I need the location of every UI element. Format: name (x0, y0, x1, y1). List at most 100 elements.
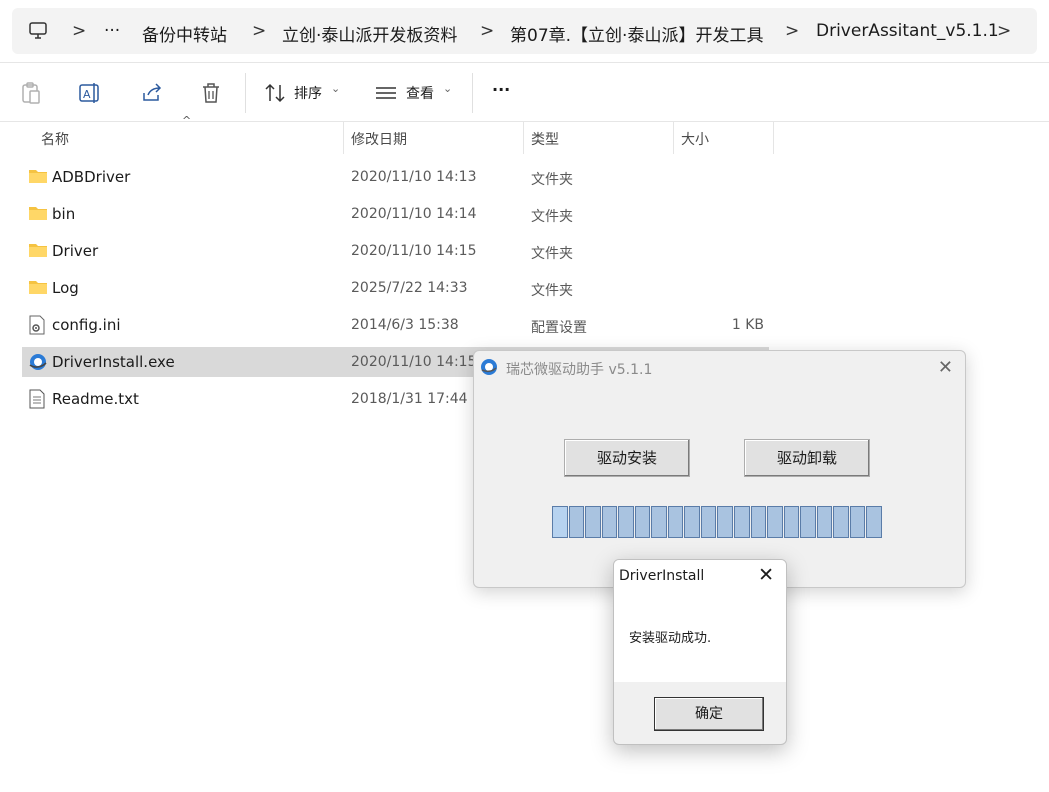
column-divider[interactable] (523, 122, 524, 154)
progress-segment (700, 506, 717, 538)
progress-segment (601, 506, 618, 538)
file-date: 2025/7/22 14:33 (351, 280, 468, 296)
file-date: 2014/6/3 15:38 (351, 317, 459, 333)
window-title: 瑞芯微驱动助手 v5.1.1 (506, 362, 653, 378)
address-bar[interactable]: > ··· 备份中转站 > 立创·泰山派开发板资料 > 第07章.【立创·泰山派… (12, 8, 1037, 54)
text-file-icon (28, 389, 46, 413)
share-icon[interactable] (140, 81, 164, 105)
file-type: 文件夹 (531, 246, 573, 262)
close-icon[interactable]: ✕ (758, 564, 774, 586)
column-header-type[interactable]: 类型 (531, 129, 559, 161)
progress-segment (849, 506, 866, 538)
file-size: 1 KB (731, 317, 764, 333)
progress-segment (651, 506, 667, 538)
chevron-down-icon[interactable]: ⌄ (443, 82, 452, 95)
chevron-right-icon[interactable]: > (785, 21, 799, 41)
file-name: ADBDriver (52, 168, 131, 186)
breadcrumb-item[interactable]: 立创·泰山派开发板资料 (282, 21, 457, 46)
file-type: 配置设置 (531, 320, 587, 336)
progress-segment (552, 506, 568, 538)
message-box-title: DriverInstall (619, 568, 705, 584)
file-name: Log (52, 279, 79, 297)
breadcrumb-item[interactable]: DriverAssitant_v5.1.1 (816, 21, 999, 41)
ok-button[interactable]: 确定 (654, 697, 764, 731)
file-name: Driver (52, 242, 99, 260)
file-row[interactable]: Log 2025/7/22 14:33 文件夹 (22, 273, 769, 303)
column-divider[interactable] (343, 122, 344, 154)
progress-segment (866, 506, 882, 538)
file-type: 文件夹 (531, 283, 573, 299)
sort-arrow-up-icon: ^ (182, 114, 192, 127)
progress-segment (816, 506, 833, 538)
folder-icon (28, 167, 48, 189)
column-header-date[interactable]: 修改日期 (351, 129, 407, 161)
svg-text:A: A (83, 88, 91, 101)
chevron-right-icon[interactable]: > (997, 21, 1011, 41)
progress-segment (634, 506, 651, 538)
progress-segment (684, 506, 700, 538)
breadcrumb-more[interactable]: ··· (104, 21, 120, 41)
message-text: 安装驱动成功. (629, 631, 712, 646)
file-date: 2020/11/10 14:15 (351, 354, 477, 370)
file-date: 2020/11/10 14:14 (351, 206, 477, 222)
command-bar: A 排序 ⌄ 查看 ⌄ ··· (0, 62, 1049, 122)
chevron-right-icon[interactable]: > (72, 21, 86, 41)
message-box: DriverInstall ✕ 安装驱动成功. 确定 (613, 559, 787, 745)
file-row[interactable]: bin 2020/11/10 14:14 文件夹 (22, 199, 769, 229)
settings-file-icon (28, 315, 46, 339)
file-name: bin (52, 205, 76, 223)
column-header-name[interactable]: 名称 (41, 129, 69, 161)
column-divider[interactable] (773, 122, 774, 154)
file-name: Readme.txt (52, 390, 139, 408)
toolbar-divider (245, 73, 246, 113)
computer-icon[interactable] (28, 21, 48, 46)
file-date: 2020/11/10 14:13 (351, 169, 477, 185)
view-button[interactable]: 查看 (406, 83, 434, 103)
progress-segment (717, 506, 734, 538)
view-icon[interactable] (374, 81, 398, 105)
app-logo-icon (480, 358, 498, 380)
chevron-right-icon[interactable]: > (480, 21, 494, 41)
column-header-size[interactable]: 大小 (681, 129, 709, 161)
close-icon[interactable]: ✕ (938, 357, 953, 378)
message-body: 安装驱动成功. (614, 592, 786, 682)
sort-button[interactable]: 排序 (294, 83, 322, 103)
progress-segment (667, 506, 684, 538)
toolbar-divider (472, 73, 473, 113)
file-name: config.ini (52, 316, 121, 334)
file-type: 文件夹 (531, 209, 573, 225)
progress-segment (568, 506, 585, 538)
progress-bar (552, 506, 882, 538)
exe-icon (28, 352, 48, 376)
rename-icon[interactable]: A (78, 81, 102, 105)
progress-segment (734, 506, 750, 538)
progress-segment (750, 506, 767, 538)
column-divider[interactable] (673, 122, 674, 154)
install-driver-button[interactable]: 驱动安装 (564, 439, 690, 477)
folder-icon (28, 241, 48, 263)
file-row[interactable]: config.ini 2014/6/3 15:38 配置设置 1 KB (22, 310, 769, 340)
sort-icon[interactable] (263, 81, 287, 105)
breadcrumb-item[interactable]: 备份中转站 (142, 21, 227, 46)
uninstall-driver-button[interactable]: 驱动卸载 (744, 439, 870, 477)
delete-icon[interactable] (200, 81, 224, 105)
file-name: DriverInstall.exe (52, 353, 175, 371)
file-row[interactable]: Driver 2020/11/10 14:15 文件夹 (22, 236, 769, 266)
folder-icon (28, 278, 48, 300)
progress-segment (800, 506, 816, 538)
breadcrumb-item[interactable]: 第07章.【立创·泰山派】开发工具 (510, 21, 763, 46)
file-type: 文件夹 (531, 172, 573, 188)
more-options-button[interactable]: ··· (492, 80, 510, 99)
chevron-down-icon[interactable]: ⌄ (331, 82, 340, 95)
paste-icon[interactable] (20, 81, 44, 105)
driver-assistant-window: 瑞芯微驱动助手 v5.1.1 ✕ 驱动安装 驱动卸载 (473, 350, 966, 588)
file-date: 2018/1/31 17:44 (351, 391, 468, 407)
file-row[interactable]: ADBDriver 2020/11/10 14:13 文件夹 (22, 162, 769, 192)
progress-segment (783, 506, 800, 538)
folder-icon (28, 204, 48, 226)
chevron-right-icon[interactable]: > (252, 21, 266, 41)
progress-segment (618, 506, 634, 538)
progress-segment (585, 506, 601, 538)
progress-segment (833, 506, 849, 538)
progress-segment (767, 506, 783, 538)
